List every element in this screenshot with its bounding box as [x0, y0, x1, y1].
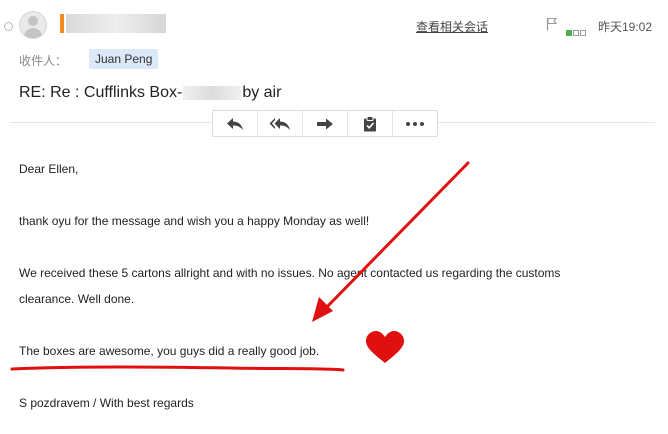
- more-button[interactable]: [393, 111, 437, 136]
- recipient-label: 收件人：: [19, 54, 68, 68]
- email-signoff: S pozdravem / With best regards: [19, 396, 194, 410]
- email-timestamp: 昨天19:02: [598, 20, 653, 34]
- recipient-chip[interactable]: Juan Peng: [89, 49, 159, 69]
- clipboard-icon: [364, 115, 376, 131]
- email-reader: 查看相关会话 昨天19:02 收件人： Juan Peng RE: Re : C…: [0, 0, 668, 434]
- subject-prefix: RE: Re : Cufflinks Box-: [19, 84, 183, 101]
- priority-bar-on: [566, 30, 572, 36]
- email-header: 查看相关会话 昨天19:02: [0, 10, 668, 40]
- forward-button[interactable]: [303, 111, 348, 136]
- subject-redacted: [183, 85, 242, 100]
- sender-color-tag: [60, 14, 64, 33]
- flag-icon[interactable]: [546, 17, 558, 31]
- related-conversation-link[interactable]: 查看相关会话: [416, 18, 488, 35]
- avatar-head-shape: [28, 16, 38, 26]
- reply-all-button[interactable]: [258, 111, 303, 136]
- subject-suffix: by air: [242, 84, 282, 101]
- email-subject: RE: Re : Cufflinks Box-by air: [19, 84, 281, 102]
- reply-all-icon: [269, 117, 290, 130]
- annotation-underline: [10, 365, 345, 372]
- avatar[interactable]: [19, 11, 47, 39]
- avatar-body-shape: [24, 28, 42, 38]
- sender-name-redacted[interactable]: [66, 14, 166, 33]
- reply-button[interactable]: [213, 111, 258, 136]
- priority-bar-off: [580, 30, 586, 36]
- priority-bar-off: [573, 30, 579, 36]
- email-paragraph-2: We received these 5 cartons allright and…: [19, 260, 560, 312]
- email-paragraph-1: thank oyu for the message and wish you a…: [19, 214, 370, 228]
- annotation-heart: [366, 331, 404, 363]
- priority-icon[interactable]: [566, 23, 587, 41]
- email-greeting: Dear Ellen,: [19, 162, 79, 176]
- email-paragraph-2-line-1: We received these 5 cartons allright and…: [19, 266, 561, 280]
- forward-icon: [317, 118, 333, 129]
- email-paragraph-3: The boxes are awesome, you guys did a re…: [19, 344, 320, 358]
- clipboard-button[interactable]: [348, 111, 393, 136]
- email-paragraph-2-line-2: clearance. Well done.: [19, 292, 135, 306]
- more-icon: [406, 121, 424, 126]
- email-action-toolbar: [212, 110, 438, 137]
- reply-icon: [227, 117, 243, 130]
- select-radio[interactable]: [4, 22, 13, 31]
